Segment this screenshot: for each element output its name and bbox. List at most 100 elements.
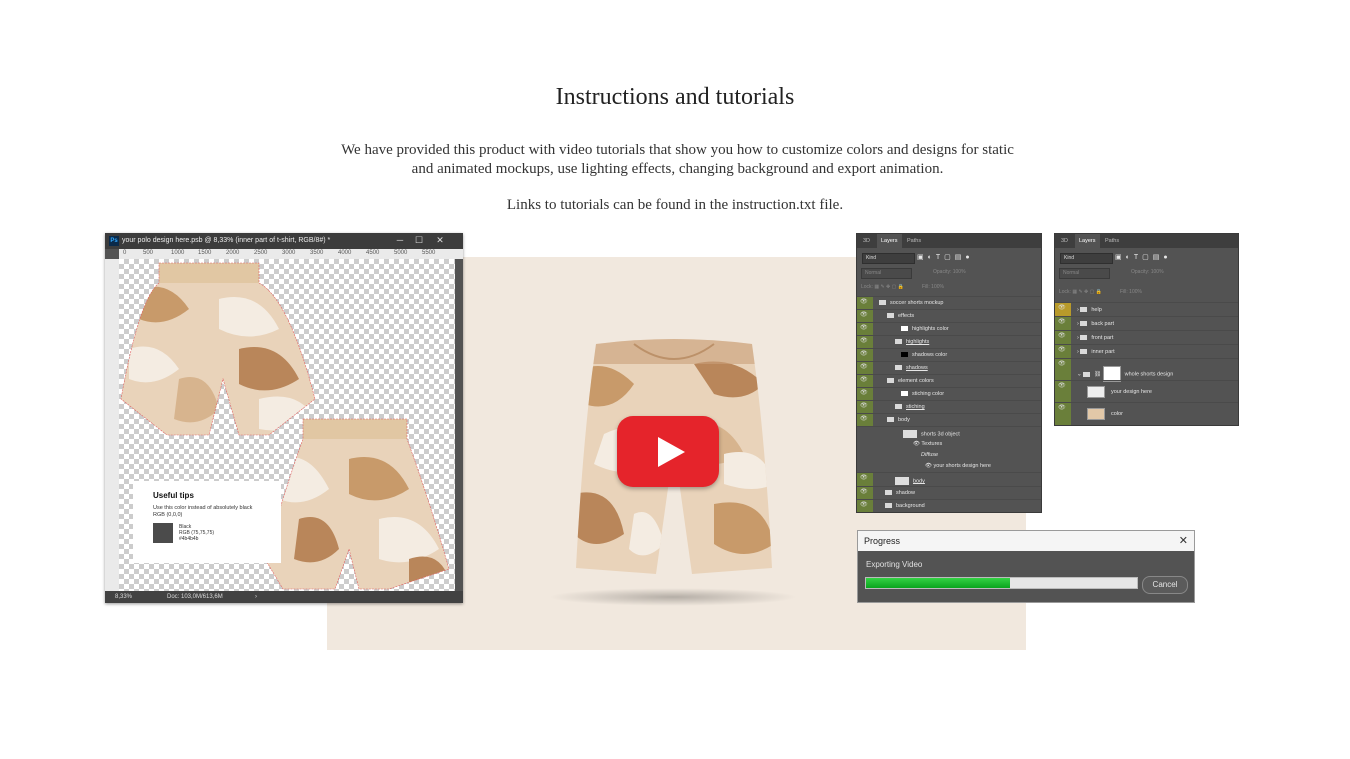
- layer-row[interactable]: background: [857, 499, 1041, 512]
- layers-panel-mockup: 3D Layers Paths Kind ▣◐T▢▤● Normal Opaci…: [857, 234, 1041, 512]
- progress-bar: [865, 577, 1138, 589]
- layer-name: your design here: [1111, 389, 1152, 395]
- layer-row[interactable]: 👁 your shorts design here: [857, 461, 1041, 472]
- blend-mode-select[interactable]: Normal: [1059, 268, 1110, 279]
- visibility-eye-icon[interactable]: [1055, 359, 1071, 381]
- ground-shadow: [548, 588, 798, 606]
- filter-icons[interactable]: ▣◐T▢▤●: [917, 253, 974, 261]
- visibility-eye-icon[interactable]: [1055, 403, 1071, 425]
- tab-layers[interactable]: Layers: [877, 234, 902, 248]
- doc-size: Doc: 103,0M/613,6M: [167, 594, 223, 600]
- status-menu-arrow-icon[interactable]: ›: [255, 591, 257, 603]
- lock-controls[interactable]: Lock: ▦ ✎ ✥ ▢ 🔒 Fill: 100%: [1059, 289, 1142, 295]
- ruler-tick: 1000: [171, 250, 185, 256]
- ruler-tick: 2000: [226, 250, 240, 256]
- progress-bar-fill: [866, 578, 1010, 588]
- layer-row[interactable]: your design here: [1055, 380, 1238, 403]
- filter-kind-select[interactable]: Kind: [862, 253, 915, 264]
- layer-row[interactable]: › inner part: [1055, 344, 1238, 359]
- video-play-button[interactable]: [617, 416, 719, 487]
- swatch-hex: #4b4b4b: [179, 536, 199, 542]
- layer-name: highlights: [906, 339, 930, 345]
- minimize-button[interactable]: ─: [391, 233, 409, 249]
- layer-row[interactable]: shadows color: [857, 348, 1041, 362]
- opacity-field[interactable]: Opacity: 100%: [1131, 269, 1164, 275]
- close-button[interactable]: ✕: [431, 233, 449, 249]
- visibility-eye-icon[interactable]: [1055, 345, 1071, 359]
- tab-layers[interactable]: Layers: [1075, 234, 1100, 248]
- tab-3d[interactable]: 3D: [859, 234, 874, 248]
- visibility-eye-icon[interactable]: [1055, 381, 1071, 403]
- filter-kind-select[interactable]: Kind: [1060, 253, 1113, 264]
- tab-paths[interactable]: Paths: [903, 234, 925, 248]
- folder-icon: [895, 365, 902, 371]
- layer-name: stiching color: [912, 391, 945, 397]
- panel-tabs: 3D Layers Paths: [857, 234, 1041, 248]
- fill-field[interactable]: Fill: 100%: [1120, 289, 1142, 295]
- blend-mode-select[interactable]: Normal: [861, 268, 912, 279]
- useful-tips-title: Useful tips: [153, 491, 194, 500]
- layer-row[interactable]: body: [857, 472, 1041, 487]
- layer-row[interactable]: shadows: [857, 361, 1041, 375]
- zoom-level[interactable]: 8,33%: [115, 591, 132, 603]
- layer-row[interactable]: color: [1055, 402, 1238, 425]
- fill-thumbnail-icon: [901, 391, 908, 397]
- layer-row[interactable]: shadow: [857, 486, 1041, 500]
- transparent-thumbnail: [1087, 386, 1105, 398]
- layer-row[interactable]: stiching: [857, 400, 1041, 414]
- folder-icon: [1080, 307, 1088, 313]
- cancel-button[interactable]: Cancel: [1142, 576, 1188, 594]
- layer-name: Diffuse: [921, 452, 939, 458]
- visibility-eye-icon[interactable]: [1055, 303, 1071, 317]
- ruler-tick: 5000: [394, 250, 408, 256]
- intro-text: We have provided this product with video…: [341, 142, 1014, 177]
- color-fill-thumbnail: [1087, 408, 1105, 420]
- layer-row[interactable]: › front part: [1055, 330, 1238, 345]
- ruler-tick: 4000: [338, 250, 352, 256]
- layer-row[interactable]: › back part: [1055, 316, 1238, 331]
- visibility-eye-icon[interactable]: [857, 473, 873, 487]
- layer-row[interactable]: highlights: [857, 335, 1041, 349]
- maximize-button[interactable]: ☐: [410, 233, 428, 249]
- filter-icons[interactable]: ▣◐T▢▤●: [1115, 253, 1172, 261]
- layer-row[interactable]: stiching color: [857, 387, 1041, 401]
- layer-row[interactable]: › help: [1055, 302, 1238, 317]
- layer-row[interactable]: Diffuse: [857, 450, 1041, 461]
- layer-row[interactable]: body: [857, 413, 1041, 427]
- folder-icon: [887, 313, 894, 319]
- black-color-swatch[interactable]: [153, 523, 173, 543]
- visibility-eye-icon[interactable]: [857, 500, 873, 512]
- progress-status: Exporting Video: [866, 560, 923, 569]
- photoshop-title-bar: Ps your polo design here.psb @ 8,33% (in…: [105, 233, 463, 249]
- layer-row[interactable]: highlights color: [857, 322, 1041, 336]
- fill-field[interactable]: Fill: 100%: [922, 284, 944, 290]
- tab-3d[interactable]: 3D: [1057, 234, 1072, 248]
- document-canvas[interactable]: Useful tips Use this color instead of ab…: [119, 259, 455, 591]
- layer-name: color: [1111, 411, 1123, 417]
- close-icon[interactable]: ✕: [1179, 531, 1188, 551]
- progress-dialog: Progress ✕ Exporting Video Cancel: [857, 530, 1195, 603]
- layer-name: background: [896, 503, 925, 509]
- layer-row[interactable]: element colors: [857, 374, 1041, 388]
- folder-icon: [885, 490, 892, 496]
- layer-filter-bar: Kind ▣◐T▢▤●: [1057, 253, 1236, 264]
- layer-row[interactable]: soccer shorts mockup: [857, 296, 1041, 310]
- layer-row[interactable]: ⌄ ⛓ whole shorts design: [1055, 358, 1238, 382]
- layer-row[interactable]: effects: [857, 309, 1041, 323]
- layer-name: whole shorts design: [1124, 371, 1174, 378]
- lock-controls[interactable]: Lock: ▦ ✎ ✥ ▢ 🔒 Fill: 100%: [861, 284, 944, 290]
- fill-thumbnail-icon: [901, 326, 908, 332]
- folder-icon: [1080, 321, 1088, 327]
- vertical-ruler: [105, 259, 119, 591]
- visibility-eye-icon[interactable]: [1055, 331, 1071, 345]
- layer-name: shadows: [906, 365, 928, 371]
- layer-name: highlights color: [912, 326, 949, 332]
- ruler-tick: 4500: [366, 250, 380, 256]
- opacity-field[interactable]: Opacity: 100%: [933, 269, 966, 275]
- ruler-tick: 5500: [422, 250, 436, 256]
- layers-panel-design: 3D Layers Paths Kind ▣◐T▢▤● Normal Opaci…: [1055, 234, 1238, 425]
- layer-row[interactable]: 👁 Textures: [857, 439, 1041, 450]
- visibility-eye-icon[interactable]: [1055, 317, 1071, 331]
- layer-row[interactable]: shorts 3d object: [857, 426, 1041, 440]
- tab-paths[interactable]: Paths: [1101, 234, 1123, 248]
